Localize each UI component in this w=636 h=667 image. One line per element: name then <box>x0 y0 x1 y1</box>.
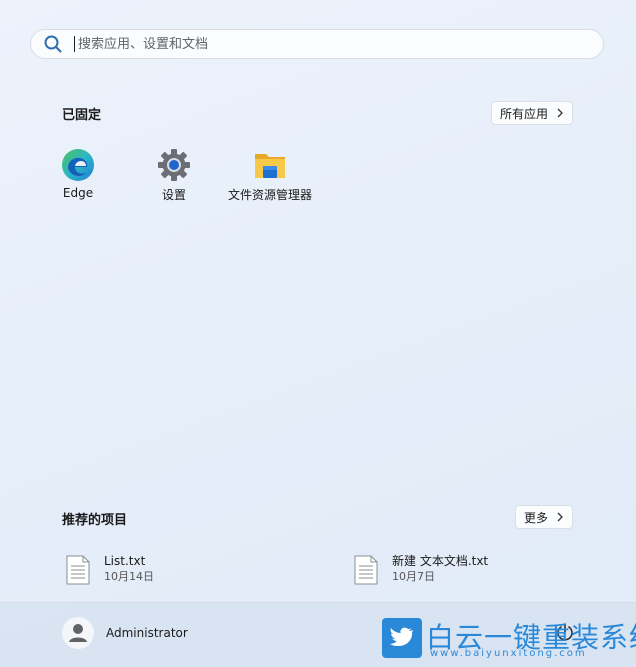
recommended-title: 推荐的项目 <box>62 513 128 528</box>
all-apps-label: 所有应用 <box>500 106 549 121</box>
user-avatar-icon[interactable] <box>62 617 94 649</box>
pinned-app-label: Edge <box>62 186 94 200</box>
recommended-item[interactable]: 新建 文本文档.txt 10月7日 <box>354 554 488 585</box>
recommended-item[interactable]: List.txt 10月14日 <box>66 554 154 585</box>
pinned-app-edge[interactable]: Edge <box>30 148 126 200</box>
pinned-title: 已固定 <box>62 108 102 123</box>
chevron-right-icon <box>557 108 563 118</box>
file-explorer-folder-icon <box>255 154 285 178</box>
watermark: 白云一键重装系统 www.baiyunxitong.com <box>382 618 636 662</box>
recommended-item-date: 10月14日 <box>104 570 154 583</box>
more-button[interactable]: 更多 <box>515 505 574 529</box>
recommended-item-name: 新建 文本文档.txt <box>392 554 489 568</box>
pinned-app-label: 文件资源管理器 <box>227 188 312 202</box>
pinned-app-label: 设置 <box>161 188 186 202</box>
settings-gear-icon <box>158 149 190 181</box>
all-apps-button[interactable]: 所有应用 <box>491 101 574 125</box>
chevron-right-icon <box>557 512 563 522</box>
recommended-item-date: 10月7日 <box>392 570 435 583</box>
pinned-app-settings[interactable]: 设置 <box>126 148 222 203</box>
search-icon <box>44 35 62 53</box>
search-input[interactable] <box>76 35 580 53</box>
edge-icon <box>62 149 94 181</box>
twitter-bird-logo-icon <box>382 618 422 658</box>
recommended-item-name: List.txt <box>104 554 146 568</box>
search-box[interactable] <box>30 29 604 59</box>
text-document-icon <box>66 555 90 585</box>
text-caret <box>74 36 75 52</box>
user-name[interactable]: Administrator <box>106 626 188 640</box>
more-label: 更多 <box>524 510 549 525</box>
pinned-app-file-explorer[interactable]: 文件资源管理器 <box>222 148 318 203</box>
watermark-url: www.baiyunxitong.com <box>430 648 587 659</box>
text-document-icon <box>354 555 378 585</box>
